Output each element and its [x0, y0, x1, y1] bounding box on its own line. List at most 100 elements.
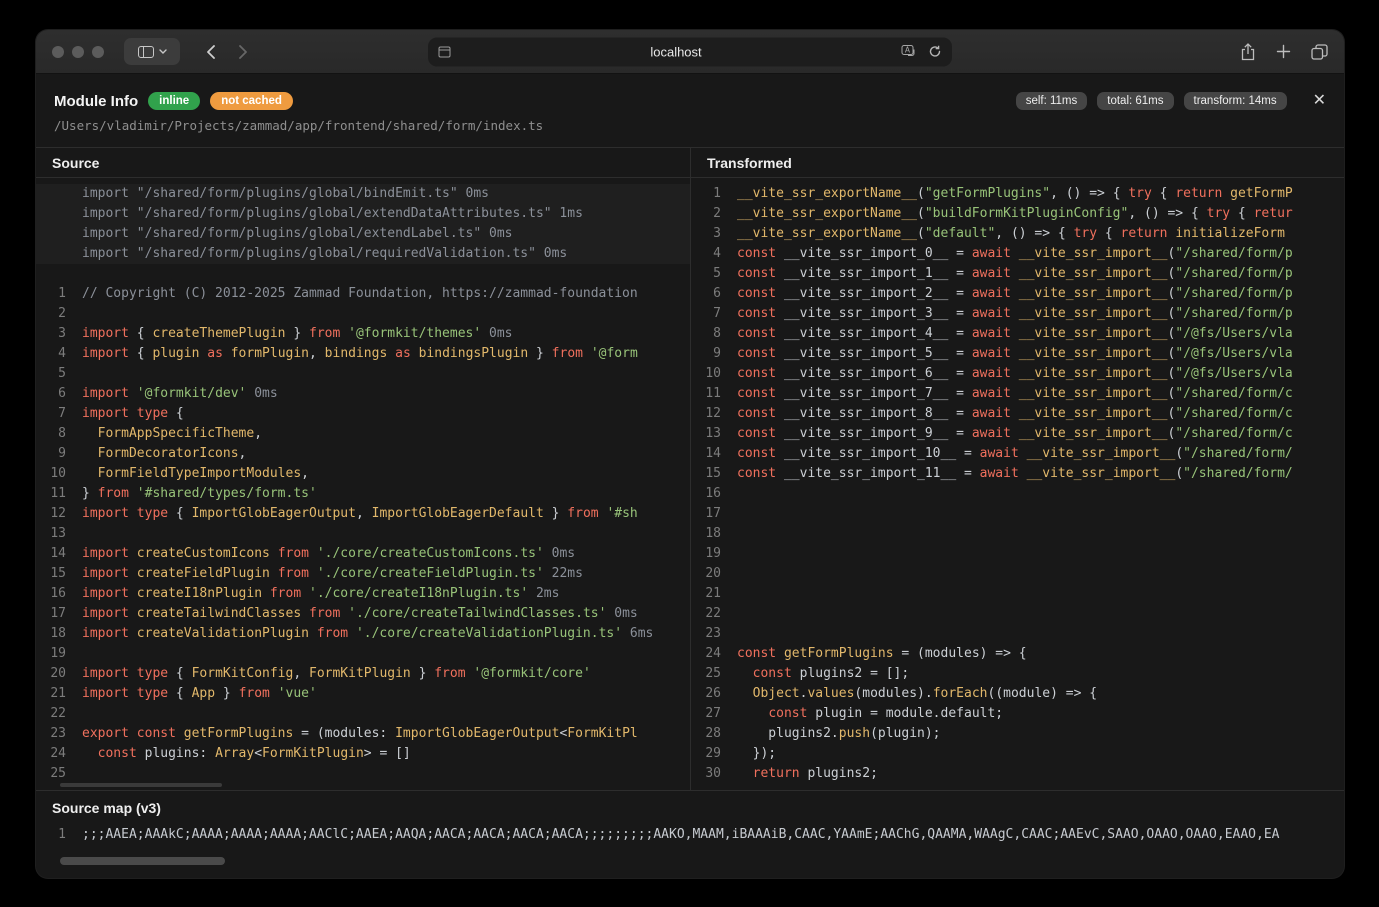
module-path: /Users/vladimir/Projects/zammad/app/fron…	[54, 118, 1326, 133]
back-button[interactable]	[206, 45, 215, 59]
source-horizontal-scrollbar[interactable]	[60, 783, 222, 787]
code-line: 3import { createThemePlugin } from '@for…	[36, 324, 690, 344]
code-line: 11const __vite_ssr_import_7__ = await __…	[691, 384, 1344, 404]
timing-self-badge: self: 11ms	[1016, 92, 1088, 110]
code-line: 20import type { FormKitConfig, FormKitPl…	[36, 664, 690, 684]
code-line: 4const __vite_ssr_import_0__ = await __v…	[691, 244, 1344, 264]
code-line: 9const __vite_ssr_import_5__ = await __v…	[691, 344, 1344, 364]
code-line: 14import createCustomIcons from './core/…	[36, 544, 690, 564]
chevron-down-icon	[159, 49, 167, 54]
sourcemap-title: Source map (v3)	[36, 791, 1344, 819]
sidebar-toggle-button[interactable]	[124, 38, 180, 65]
code-line: import "/shared/form/plugins/global/requ…	[36, 244, 690, 264]
address-bar[interactable]: localhost A	[428, 37, 952, 66]
code-line: 25	[36, 764, 690, 784]
code-line: 8 FormAppSpecificTheme,	[36, 424, 690, 444]
code-line: import "/shared/form/plugins/global/exte…	[36, 204, 690, 224]
code-line: 5	[36, 364, 690, 384]
code-line: 21	[691, 584, 1344, 604]
code-line: 7import type {	[36, 404, 690, 424]
code-line: 8const __vite_ssr_import_4__ = await __v…	[691, 324, 1344, 344]
inline-badge: inline	[148, 92, 200, 110]
code-line: 14const __vite_ssr_import_10__ = await _…	[691, 444, 1344, 464]
code-line: 3__vite_ssr_exportName__("default", () =…	[691, 224, 1344, 244]
transformed-code: 1__vite_ssr_exportName__("getFormPlugins…	[691, 178, 1344, 784]
code-line: 25 const plugins2 = [];	[691, 664, 1344, 684]
tab-overview-button[interactable]	[1311, 44, 1328, 60]
forward-button[interactable]	[239, 45, 248, 59]
code-line: 5const __vite_ssr_import_1__ = await __v…	[691, 264, 1344, 284]
code-line: 30 return plugins2;	[691, 764, 1344, 784]
code-line: import "/shared/form/plugins/global/exte…	[36, 224, 690, 244]
svg-text:A: A	[905, 46, 911, 55]
code-line: 18import createValidationPlugin from './…	[36, 624, 690, 644]
page-title: Module Info	[54, 93, 138, 110]
horizontal-scrollbar-thumb[interactable]	[60, 857, 225, 865]
code-line: 6import '@formkit/dev' 0ms	[36, 384, 690, 404]
code-line: 19	[36, 644, 690, 664]
source-panel: Source import "/shared/form/plugins/glob…	[36, 148, 690, 790]
code-line: 18	[691, 524, 1344, 544]
plus-icon	[1276, 44, 1291, 59]
code-line: 13	[36, 524, 690, 544]
share-button[interactable]	[1240, 43, 1256, 61]
code-line: 23	[691, 624, 1344, 644]
window-controls	[52, 46, 104, 58]
code-line: 12const __vite_ssr_import_8__ = await __…	[691, 404, 1344, 424]
code-line: 23export const getFormPlugins = (modules…	[36, 724, 690, 744]
sourcemap-code: 1;;;AAEA;AAAkC;AAAA;AAAA;AAAA;AAClC;AAEA…	[36, 819, 1344, 845]
source-panel-title: Source	[36, 148, 690, 178]
code-line: 4import { plugin as formPlugin, bindings…	[36, 344, 690, 364]
code-line: 15import createFieldPlugin from './core/…	[36, 564, 690, 584]
url-text: localhost	[451, 44, 901, 59]
code-line: 22	[691, 604, 1344, 624]
code-line: 24const getFormPlugins = (modules) => {	[691, 644, 1344, 664]
code-line: 26 Object.values(modules).forEach((modul…	[691, 684, 1344, 704]
code-line: 22	[36, 704, 690, 724]
code-line: import "/shared/form/plugins/global/bind…	[36, 184, 690, 204]
translate-icon[interactable]: A	[901, 45, 918, 59]
code-line: 6const __vite_ssr_import_2__ = await __v…	[691, 284, 1344, 304]
close-button[interactable]: ✕	[1313, 93, 1326, 109]
code-line: 17import createTailwindClasses from './c…	[36, 604, 690, 624]
nav-buttons	[206, 45, 248, 59]
code-line: 15const __vite_ssr_import_11__ = await _…	[691, 464, 1344, 484]
code-panels: Source import "/shared/form/plugins/glob…	[36, 147, 1344, 790]
code-line: 2	[36, 304, 690, 324]
module-info-header: Module Info inline not cached self: 11ms…	[36, 74, 1344, 133]
browser-window: localhost A Module Info	[36, 30, 1344, 878]
source-code: import "/shared/form/plugins/global/bind…	[36, 178, 690, 784]
code-line: 16	[691, 484, 1344, 504]
code-line: 21import type { App } from 'vue'	[36, 684, 690, 704]
timing-transform-badge: transform: 14ms	[1184, 92, 1287, 110]
code-line: 1;;;AAEA;AAAkC;AAAA;AAAA;AAAA;AAClC;AAEA…	[36, 825, 1344, 845]
code-line: 10const __vite_ssr_import_6__ = await __…	[691, 364, 1344, 384]
transformed-panel: Transformed 1__vite_ssr_exportName__("ge…	[690, 148, 1344, 790]
code-line: 28 plugins2.push(plugin);	[691, 724, 1344, 744]
share-icon	[1240, 43, 1256, 61]
traffic-light-minimize[interactable]	[72, 46, 84, 58]
code-line: 13const __vite_ssr_import_9__ = await __…	[691, 424, 1344, 444]
titlebar-right-buttons	[1240, 43, 1328, 61]
code-line: 12import type { ImportGlobEagerOutput, I…	[36, 504, 690, 524]
code-line: 29 });	[691, 744, 1344, 764]
timing-total-badge: total: 61ms	[1097, 92, 1173, 110]
code-line: 10 FormFieldTypeImportModules,	[36, 464, 690, 484]
sourcemap-section: Source map (v3) 1;;;AAEA;AAAkC;AAAA;AAAA…	[36, 790, 1344, 845]
new-tab-button[interactable]	[1276, 44, 1291, 59]
code-line: 7const __vite_ssr_import_3__ = await __v…	[691, 304, 1344, 324]
traffic-light-zoom[interactable]	[92, 46, 104, 58]
code-line	[36, 264, 690, 284]
code-line: 27 const plugin = module.default;	[691, 704, 1344, 724]
sidebar-icon	[138, 46, 154, 58]
transformed-panel-title: Transformed	[691, 148, 1344, 178]
reload-icon[interactable]	[928, 45, 942, 59]
code-line: 1// Copyright (C) 2012-2025 Zammad Found…	[36, 284, 690, 304]
page-settings-icon	[438, 45, 451, 58]
code-line: 11} from '#shared/types/form.ts'	[36, 484, 690, 504]
traffic-light-close[interactable]	[52, 46, 64, 58]
not-cached-badge: not cached	[210, 92, 293, 110]
code-line: 1__vite_ssr_exportName__("getFormPlugins…	[691, 184, 1344, 204]
code-line: 17	[691, 504, 1344, 524]
code-line: 20	[691, 564, 1344, 584]
